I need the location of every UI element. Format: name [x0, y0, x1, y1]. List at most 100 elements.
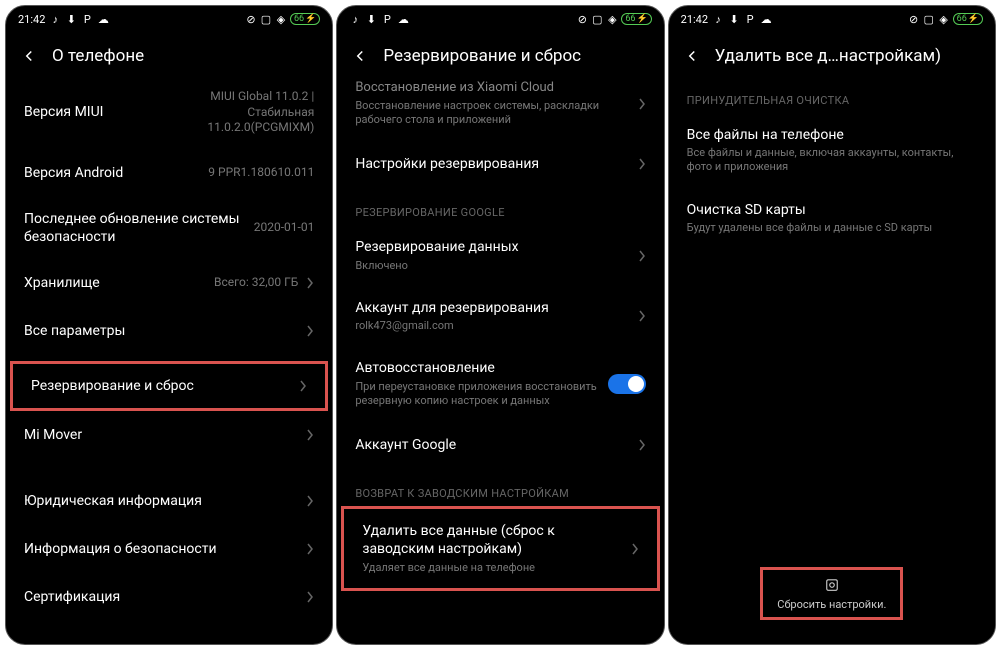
chevron-right-icon	[638, 310, 646, 322]
row-erase-all-data[interactable]: Удалить все данные (сброс к заводским на…	[341, 506, 659, 591]
back-icon[interactable]	[20, 47, 38, 65]
label: Резервирование данных	[355, 238, 621, 256]
row-all-params[interactable]: Все параметры	[6, 307, 332, 355]
label: Последнее обновление системы безопасност…	[24, 210, 246, 246]
bottom-button-area: Сбросить настройки.	[669, 553, 995, 644]
page-title: Удалить все д…настройкам)	[715, 46, 941, 66]
p-icon: P	[81, 13, 93, 25]
label: Удалить все данные (сброс к заводским на…	[362, 522, 614, 558]
toggle-switch-on[interactable]	[608, 374, 646, 394]
wifi-icon: ◈	[938, 13, 950, 25]
row-xiaomi-cloud-restore[interactable]: Восстановление из Xiaomi Cloud Восстанов…	[337, 76, 663, 140]
page-title: О телефоне	[52, 46, 144, 66]
download-icon: ⬇	[65, 13, 77, 25]
phone-screen-1: 21:42 ♪ ⬇ P ☁ ⊘ ▢ ◈ 66⚡ О телефоне Верси…	[5, 5, 333, 645]
sub: Восстановление настроек системы, расклад…	[355, 99, 621, 128]
sub: rolk473@gmail.com	[355, 319, 621, 333]
label: Аккаунт Google	[355, 436, 621, 454]
tiktok-icon: ♪	[349, 13, 361, 25]
section-factory-reset: ВОЗВРАТ К ЗАВОДСКИМ НАСТРОЙКАМ	[337, 469, 663, 506]
cloud-icon: ☁	[397, 13, 409, 25]
label: Восстановление из Xiaomi Cloud	[355, 80, 621, 97]
download-icon: ⬇	[365, 13, 377, 25]
reset-button-label: Сбросить настройки.	[777, 598, 886, 611]
row-android-version[interactable]: Версия Android 9 PPR1.180610.011	[6, 149, 332, 197]
sub: Включено	[355, 259, 621, 273]
chevron-right-icon	[299, 380, 307, 392]
phone-screen-2: ♪ ⬇ P ☁ ⊘ ▢ ◈ 66⚡ Резервирование и сброс…	[336, 5, 664, 645]
screen-header: Резервирование и сброс	[337, 32, 663, 76]
section-google-backup: РЕЗЕРВИРОВАНИЕ GOOGLE	[337, 188, 663, 225]
wifi-icon: ◈	[606, 13, 618, 25]
label: Очистка SD карты	[687, 201, 969, 219]
content-area: ПРИНУДИТЕЛЬНАЯ ОЧИСТКА Все файлы на теле…	[669, 76, 995, 644]
label: Аккаунт для резервирования	[355, 299, 621, 317]
back-icon[interactable]	[683, 47, 701, 65]
status-bar: 21:42 ♪ ⬇ P ☁ ⊘ ▢ ◈ 66⚡	[6, 6, 332, 32]
label: Информация о безопасности	[24, 540, 290, 558]
row-storage[interactable]: Хранилище Всего: 32,00 ГБ	[6, 259, 332, 307]
p-icon: P	[381, 13, 393, 25]
sub: Будут удалены все файлы и данные с SD ка…	[687, 221, 969, 235]
row-sd-card[interactable]: Очистка SD карты Будут удалены все файлы…	[669, 188, 995, 248]
value: 2020-01-01	[254, 220, 315, 236]
row-miui-version[interactable]: Версия MIUI MIUI Global 11.0.2 | Стабиль…	[6, 76, 332, 149]
chevron-right-icon	[638, 439, 646, 451]
label: Резервирование и сброс	[31, 377, 283, 395]
dnd-icon: ⊘	[245, 13, 257, 25]
chevron-right-icon	[638, 158, 646, 170]
row-data-backup[interactable]: Резервирование данных Включено	[337, 225, 663, 285]
label: Версия MIUI	[24, 103, 166, 121]
cloud-icon: ☁	[760, 13, 772, 25]
chevron-right-icon	[306, 543, 314, 555]
row-google-account[interactable]: Аккаунт Google	[337, 421, 663, 469]
page-title: Резервирование и сброс	[383, 46, 581, 66]
content-area: Восстановление из Xiaomi Cloud Восстанов…	[337, 76, 663, 644]
battery-indicator: 66⚡	[621, 13, 651, 25]
row-backup-reset[interactable]: Резервирование и сброс	[10, 361, 328, 411]
section-force-clean: ПРИНУДИТЕЛЬНАЯ ОЧИСТКА	[669, 76, 995, 113]
back-icon[interactable]	[351, 47, 369, 65]
battery-indicator: 66⚡	[290, 13, 320, 25]
tiktok-icon: ♪	[49, 13, 61, 25]
label: Версия Android	[24, 164, 200, 182]
value: 9 PPR1.180610.011	[208, 165, 314, 181]
row-mi-mover[interactable]: Mi Mover	[6, 411, 332, 459]
download-icon: ⬇	[728, 13, 740, 25]
chevron-right-icon	[306, 429, 314, 441]
chevron-right-icon	[306, 325, 314, 337]
dnd-icon: ⊘	[576, 13, 588, 25]
value: Всего: 32,00 ГБ	[214, 275, 298, 291]
sub: Удаляет все данные на телефоне	[362, 561, 614, 575]
row-legal-info[interactable]: Юридическая информация	[6, 477, 332, 525]
content-area: Версия MIUI MIUI Global 11.0.2 | Стабиль…	[6, 76, 332, 644]
status-bar: ♪ ⬇ P ☁ ⊘ ▢ ◈ 66⚡	[337, 6, 663, 32]
row-backup-settings[interactable]: Настройки резервирования	[337, 140, 663, 188]
status-time: 21:42	[681, 13, 708, 26]
sim-icon: ▢	[260, 13, 272, 25]
chevron-right-icon	[638, 250, 646, 262]
sub: При переустановке приложения восстановит…	[355, 380, 599, 409]
p-icon: P	[744, 13, 756, 25]
phone-screen-3: 21:42 ♪ ⬇ P ☁ ⊘ ▢ ◈ 66⚡ Удалить все д…на…	[668, 5, 996, 645]
wifi-icon: ◈	[275, 13, 287, 25]
status-time: 21:42	[18, 13, 45, 26]
row-security-update[interactable]: Последнее обновление системы безопасност…	[6, 197, 332, 259]
screen-header: Удалить все д…настройкам)	[669, 32, 995, 76]
reset-icon	[823, 576, 841, 594]
reset-settings-button[interactable]: Сбросить настройки.	[760, 567, 903, 620]
row-certification[interactable]: Сертификация	[6, 573, 332, 621]
row-backup-account[interactable]: Аккаунт для резервирования rolk473@gmail…	[337, 286, 663, 346]
row-autorestore[interactable]: Автовосстановление При переустановке при…	[337, 346, 663, 421]
screen-header: О телефоне	[6, 32, 332, 76]
tiktok-icon: ♪	[712, 13, 724, 25]
row-all-files[interactable]: Все файлы на телефоне Все файлы и данные…	[669, 113, 995, 188]
label: Mi Mover	[24, 426, 290, 444]
label: Все параметры	[24, 322, 290, 340]
row-security-info[interactable]: Информация о безопасности	[6, 525, 332, 573]
cloud-icon: ☁	[97, 13, 109, 25]
value: MIUI Global 11.0.2 | Стабильная 11.0.2.0…	[174, 89, 314, 136]
label: Настройки резервирования	[355, 155, 621, 173]
chevron-right-icon	[638, 98, 646, 110]
status-bar: 21:42 ♪ ⬇ P ☁ ⊘ ▢ ◈ 66⚡	[669, 6, 995, 32]
